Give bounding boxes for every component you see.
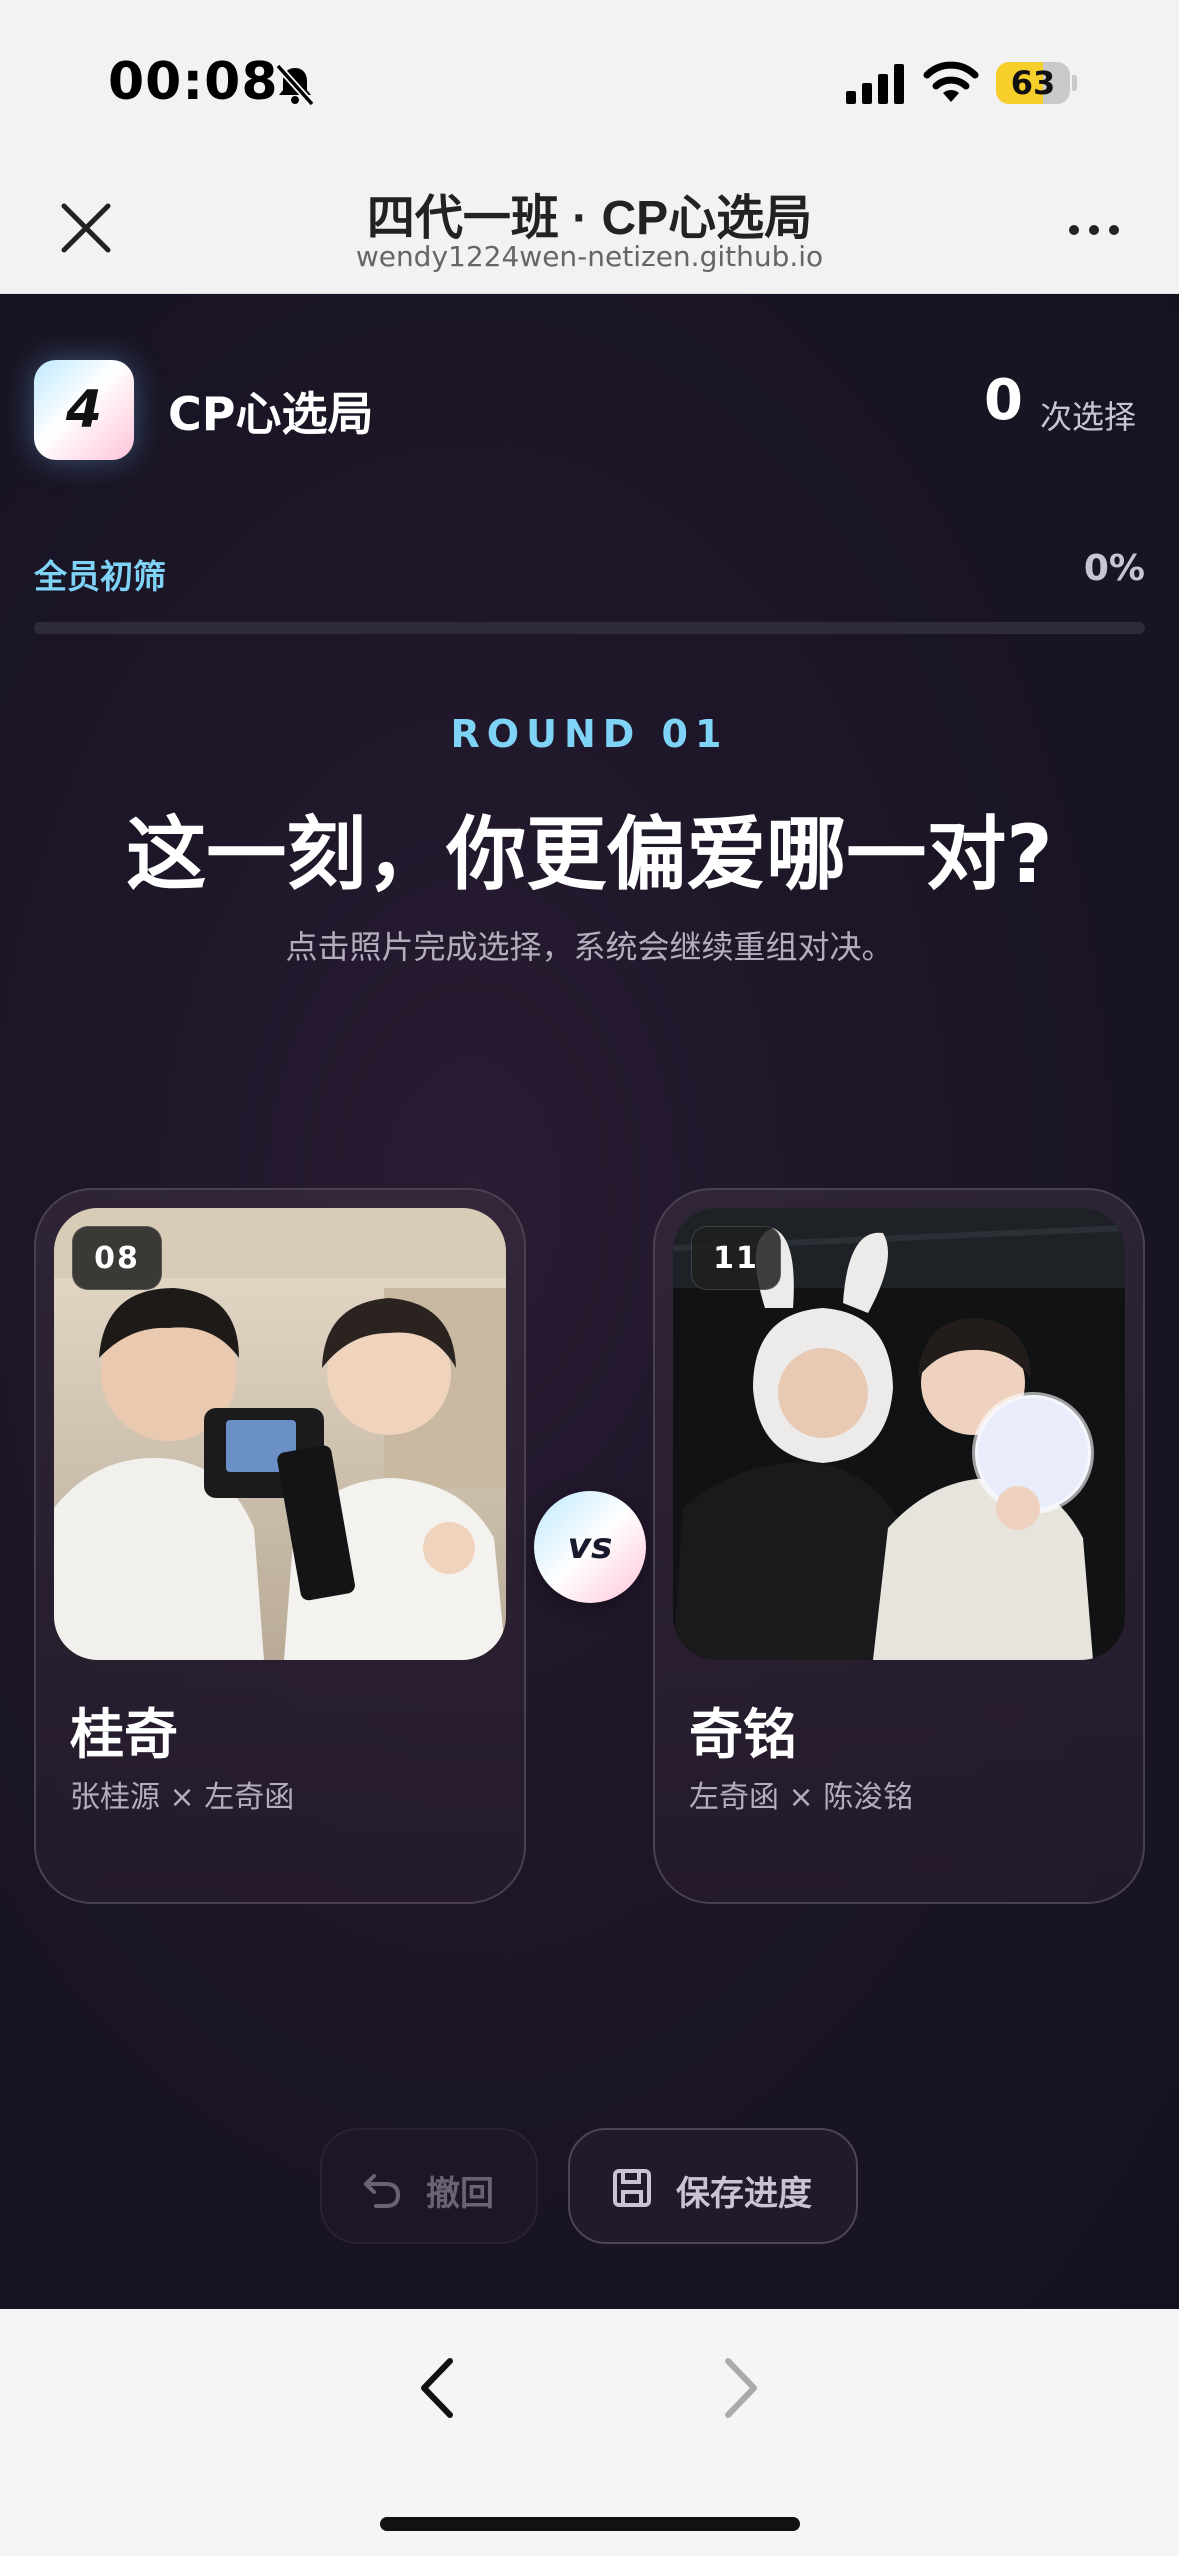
cp-name-left: 桂奇 — [70, 1703, 178, 1766]
cp-card-left[interactable]: 08 桂奇 张桂源 × 左奇函 — [34, 1188, 526, 1904]
question-heading: 这一刻，你更偏爱哪一对? — [126, 808, 1053, 901]
wifi-icon — [923, 61, 979, 102]
status-time: 00:08 — [108, 52, 279, 112]
save-icon — [613, 2169, 651, 2207]
page-url: wendy1224wen-netizen.github.io — [355, 240, 824, 273]
choice-count-label: 次选择 — [1040, 398, 1137, 436]
battery-level: 63 — [1010, 64, 1056, 102]
choice-count: 0 — [984, 368, 1023, 433]
save-label: 保存进度 — [676, 2174, 812, 2214]
bell-slash-icon — [275, 63, 315, 107]
battery-icon: 63 — [996, 62, 1077, 104]
round-label: ROUND 01 — [450, 712, 729, 756]
cp-card-right[interactable]: 11 奇铭 左奇函 × 陈浚铭 — [653, 1188, 1145, 1904]
stage-label: 全员初筛 — [34, 557, 166, 596]
undo-label: 撤回 — [426, 2174, 494, 2214]
progress-percent: 0% — [1083, 548, 1145, 589]
back-arrow-icon[interactable] — [410, 2353, 466, 2423]
home-indicator — [380, 2517, 800, 2531]
cp-name-right: 奇铭 — [689, 1703, 797, 1766]
browser-header: 四代一班 · CP心选局 wendy1224wen-netizen.github… — [0, 170, 1179, 294]
browser-bottom-bar — [0, 2309, 1179, 2556]
save-progress-button[interactable]: 保存进度 — [568, 2128, 858, 2244]
forward-arrow-icon[interactable] — [712, 2353, 768, 2423]
undo-icon — [364, 2174, 401, 2208]
cellular-signal-icon — [846, 64, 904, 104]
page-title: 四代一班 · CP心选局 — [366, 192, 813, 245]
cp-badge-left: 08 — [72, 1226, 162, 1290]
more-icon[interactable] — [1066, 220, 1122, 240]
cp-badge-right: 11 — [691, 1226, 781, 1290]
progress-bar — [34, 622, 1145, 634]
hint-text: 点击照片完成选择，系统会继续重组对决。 — [285, 928, 894, 966]
app-content: 4 CP心选局 0 次选择 全员初筛 0% ROUND 01 这一刻，你更偏爱哪… — [0, 294, 1179, 2309]
undo-button[interactable]: 撤回 — [320, 2128, 538, 2244]
cp-members-right: 左奇函 × 陈浚铭 — [689, 1780, 914, 1815]
status-bar: 00:08 63 — [0, 0, 1179, 170]
vs-badge: vs — [534, 1491, 646, 1603]
cp-photo-left[interactable]: 08 — [54, 1208, 506, 1660]
app-logo: 4 — [34, 360, 134, 460]
app-name: CP心选局 — [168, 387, 374, 441]
cp-members-left: 张桂源 × 左奇函 — [70, 1780, 295, 1815]
cp-photo-right[interactable]: 11 — [673, 1208, 1125, 1660]
